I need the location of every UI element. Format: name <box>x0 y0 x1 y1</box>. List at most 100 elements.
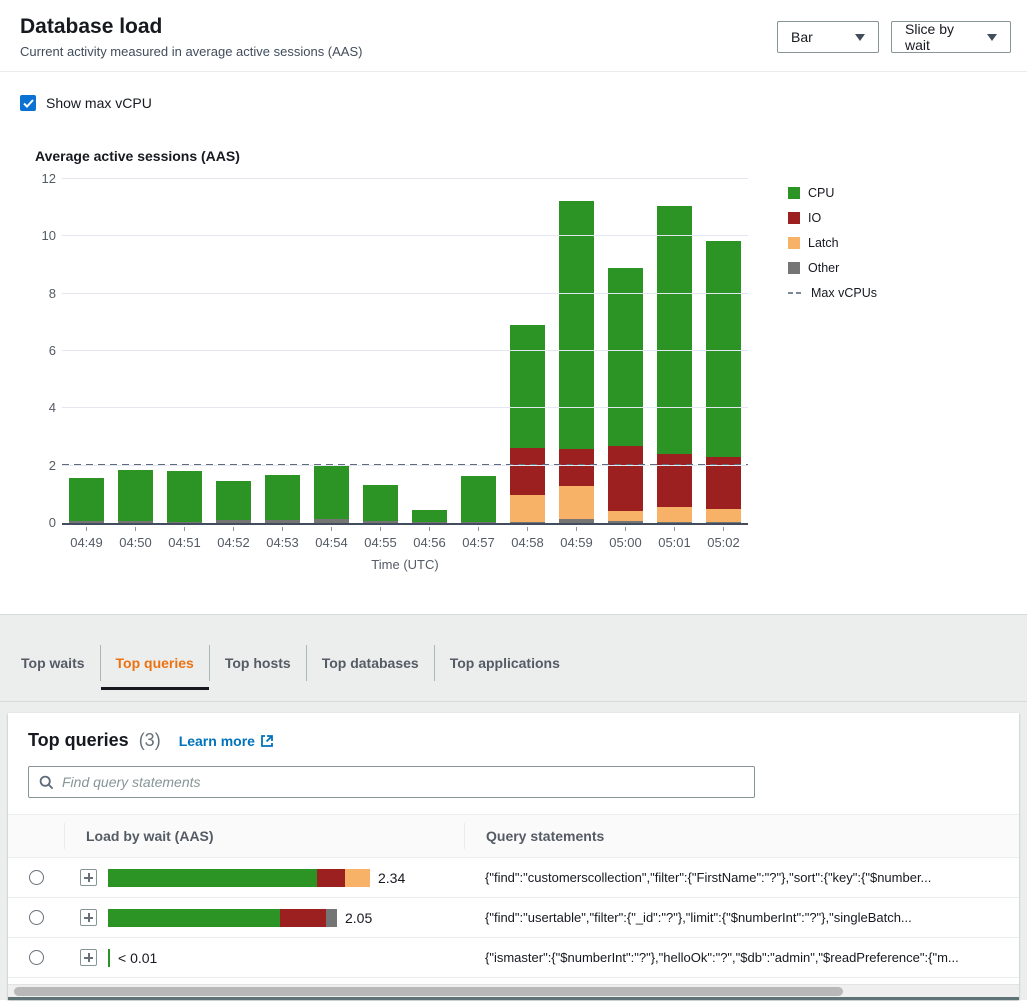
stacked-bar-04:56[interactable] <box>412 510 447 523</box>
expand-row-button[interactable] <box>80 869 97 886</box>
bar-segment-cpu <box>216 481 251 520</box>
y-tick-label: 2 <box>28 458 56 474</box>
x-axis-title: Time (UTC) <box>62 557 748 614</box>
show-max-vcpu-label: Show max vCPU <box>46 95 152 111</box>
table-row: 2.05 {"find":"usertable","filter":{"_id"… <box>8 898 1019 938</box>
bar-segment-cpu <box>118 470 153 521</box>
load-by-wait-bar <box>108 949 110 967</box>
row-select-radio[interactable] <box>29 910 44 925</box>
pane-bottom-edge <box>8 997 1019 1000</box>
x-axis-labels: 04:4904:5004:5104:5204:5304:5404:5504:56… <box>62 527 748 550</box>
x-tick-label: 04:50 <box>111 527 160 550</box>
x-tick-label: 04:53 <box>258 527 307 550</box>
stacked-bar-04:52[interactable] <box>216 481 251 523</box>
y-tick-label: 8 <box>28 286 56 302</box>
scrollbar-thumb[interactable] <box>14 987 843 996</box>
stacked-bar-05:02[interactable] <box>706 241 741 523</box>
stacked-bar-05:01[interactable] <box>657 206 692 523</box>
stacked-bar-04:53[interactable] <box>265 475 300 523</box>
load-value: 2.34 <box>378 870 405 886</box>
load-segment-cpu <box>108 869 317 887</box>
load-segment-cpu <box>108 949 110 967</box>
database-load-header: Database load Current activity measured … <box>0 0 1027 72</box>
x-tick-label: 04:56 <box>405 527 454 550</box>
bar-segment-latch <box>559 486 594 518</box>
row-select-radio[interactable] <box>29 870 44 885</box>
table-row: 2.34 {"find":"customerscollection","filt… <box>8 858 1019 898</box>
gridline <box>62 350 748 351</box>
chart-type-dropdown[interactable]: Bar <box>777 21 879 53</box>
y-tick-label: 4 <box>28 400 56 416</box>
load-segment-io <box>280 909 326 927</box>
check-icon <box>23 99 34 108</box>
y-tick-label: 12 <box>28 171 56 187</box>
x-tick-label: 04:49 <box>62 527 111 550</box>
query-statement-link[interactable]: {"find":"usertable","filter":{"_id":"?"}… <box>485 910 912 927</box>
expand-row-button[interactable] <box>80 949 97 966</box>
chart-bars[interactable] <box>62 181 748 523</box>
chevron-down-icon <box>987 34 997 41</box>
bar-segment-io <box>608 446 643 511</box>
stacked-bar-05:00[interactable] <box>608 268 643 523</box>
tab-top-queries[interactable]: Top queries <box>100 645 209 681</box>
bar-segment-cpu <box>657 206 692 453</box>
search-input[interactable] <box>62 774 744 790</box>
x-tick-label: 04:54 <box>307 527 356 550</box>
x-tick-label: 04:51 <box>160 527 209 550</box>
y-tick-label: 10 <box>28 228 56 244</box>
other-swatch-icon <box>788 262 800 274</box>
query-statement-link[interactable]: {"find":"customerscollection","filter":{… <box>485 870 931 887</box>
load-segment-other <box>326 909 337 927</box>
x-tick-label: 04:59 <box>552 527 601 550</box>
stacked-bar-04:51[interactable] <box>167 471 202 523</box>
slice-by-dropdown[interactable]: Slice by wait <box>891 21 1011 53</box>
horizontal-scrollbar[interactable] <box>8 984 1019 997</box>
query-statement-link[interactable]: {"ismaster":{"$numberInt":"?"},"helloOk"… <box>485 950 959 967</box>
chart-plot: 024681012 <box>62 181 748 525</box>
expand-row-button[interactable] <box>80 909 97 926</box>
bar-segment-cpu <box>363 485 398 521</box>
stacked-bar-04:57[interactable] <box>461 476 496 523</box>
chart-title: Average active sessions (AAS) <box>35 148 1027 164</box>
lower-section: Top queries (3) Learn more Load by wait … <box>0 702 1027 1000</box>
load-segment-io <box>317 869 345 887</box>
learn-more-link[interactable]: Learn more <box>179 733 274 749</box>
bar-segment-cpu <box>69 478 104 521</box>
load-segment-cpu <box>108 909 280 927</box>
dashed-line-icon <box>788 292 803 294</box>
x-tick-label: 05:00 <box>601 527 650 550</box>
tab-top-applications[interactable]: Top applications <box>434 645 575 681</box>
bar-segment-io <box>559 449 594 487</box>
bar-segment-cpu <box>167 471 202 522</box>
bar-segment-io <box>657 454 692 508</box>
stacked-bar-04:58[interactable] <box>510 325 545 523</box>
bar-segment-other <box>314 519 349 523</box>
stacked-bar-04:49[interactable] <box>69 478 104 523</box>
stacked-bar-04:55[interactable] <box>363 485 398 523</box>
legend-item-other: Other <box>788 261 877 275</box>
bar-segment-cpu <box>706 241 741 457</box>
bar-segment-other <box>118 521 153 523</box>
stacked-bar-04:50[interactable] <box>118 470 153 523</box>
x-tick-label: 05:01 <box>650 527 699 550</box>
x-tick-label: 04:57 <box>454 527 503 550</box>
bar-segment-other <box>657 522 692 523</box>
tab-top-waits[interactable]: Top waits <box>6 645 100 681</box>
stacked-bar-04:59[interactable] <box>559 201 594 523</box>
load-by-wait-bar <box>108 909 337 927</box>
tab-top-databases[interactable]: Top databases <box>306 645 434 681</box>
legend-item-io: IO <box>788 211 877 225</box>
stacked-bar-04:54[interactable] <box>314 465 349 523</box>
bar-segment-other <box>363 521 398 523</box>
top-queries-header: Top queries (3) Learn more <box>8 713 1019 751</box>
x-tick-label: 04:55 <box>356 527 405 550</box>
gridline <box>62 293 748 294</box>
bar-segment-latch <box>706 509 741 522</box>
query-search-box[interactable] <box>28 766 755 798</box>
row-select-radio[interactable] <box>29 950 44 965</box>
show-max-vcpu-checkbox[interactable] <box>20 95 36 111</box>
bar-segment-io <box>510 448 545 495</box>
tab-top-hosts[interactable]: Top hosts <box>209 645 306 681</box>
bar-segment-other <box>167 522 202 523</box>
load-by-wait-bar <box>108 869 370 887</box>
